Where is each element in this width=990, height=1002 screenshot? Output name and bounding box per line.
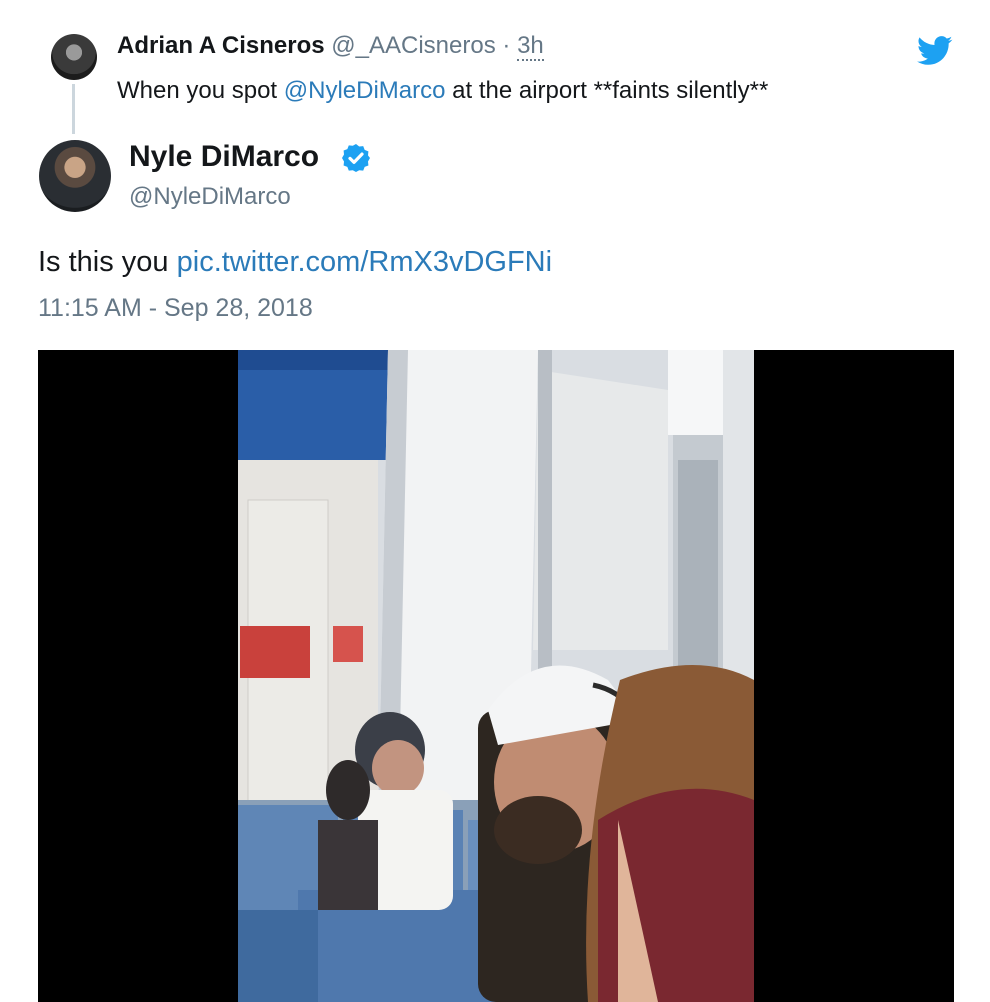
tweet-text-body: Is this you xyxy=(38,246,177,278)
reply-author-handle[interactable]: @_AACisneros xyxy=(331,32,495,59)
twitter-bird-icon[interactable] xyxy=(917,36,953,66)
reply-time[interactable]: 3h xyxy=(517,32,544,61)
author-handle[interactable]: @NyleDiMarco xyxy=(129,183,291,211)
reply-text-after: at the airport **faints silently** xyxy=(445,77,769,104)
reply-header: Adrian A Cisneros @_AACisneros · 3h xyxy=(117,32,544,61)
video-scene-image xyxy=(238,350,754,1002)
video-frame xyxy=(238,350,754,1002)
embedded-video[interactable] xyxy=(38,350,954,1002)
tweet-media-link[interactable]: pic.twitter.com/RmX3vDGFNi xyxy=(177,246,552,278)
thread-line xyxy=(72,84,75,134)
reply-mention-link[interactable]: @NyleDiMarco xyxy=(284,77,446,104)
author-name[interactable]: Nyle DiMarco xyxy=(129,140,319,174)
tweet-timestamp[interactable]: 11:15 AM - Sep 28, 2018 xyxy=(38,294,313,323)
reply-separator: · xyxy=(502,32,511,59)
reply-author-name[interactable]: Adrian A Cisneros xyxy=(117,32,325,59)
tweet-text: Is this you pic.twitter.com/RmX3vDGFNi xyxy=(38,246,552,279)
verified-badge-icon xyxy=(342,144,370,172)
reply-avatar[interactable] xyxy=(51,34,97,80)
author-avatar[interactable] xyxy=(39,140,111,212)
reply-text: When you spot @NyleDiMarco at the airpor… xyxy=(117,77,768,105)
reply-text-before: When you spot xyxy=(117,77,284,104)
